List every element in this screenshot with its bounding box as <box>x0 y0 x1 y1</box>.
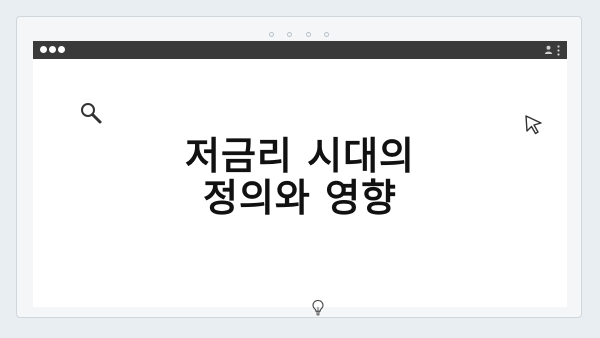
user-icon[interactable] <box>544 45 553 54</box>
window-close-dot[interactable] <box>40 46 47 53</box>
window-maximize-dot[interactable] <box>58 46 65 53</box>
page-title: 저금리 시대의 정의와 영향 <box>33 135 567 219</box>
pagination-dots <box>17 24 581 40</box>
browser-window: 저금리 시대의 정의와 영향 <box>33 41 567 316</box>
outer-frame: 저금리 시대의 정의와 영향 <box>16 16 582 318</box>
pagination-dot[interactable] <box>269 32 275 37</box>
menu-icon[interactable] <box>557 45 560 56</box>
window-titlebar <box>33 41 567 59</box>
lightbulb-icon <box>312 299 324 316</box>
cursor-icon <box>525 115 542 135</box>
window-minimize-dot[interactable] <box>49 46 56 53</box>
page-title-line-2: 정의와 영향 <box>202 176 398 220</box>
page-title-line-1: 저금리 시대의 <box>185 134 415 178</box>
pagination-dot[interactable] <box>323 32 329 37</box>
pagination-dot[interactable] <box>305 32 311 37</box>
search-icon <box>81 103 102 124</box>
pagination-dot[interactable] <box>287 32 293 37</box>
